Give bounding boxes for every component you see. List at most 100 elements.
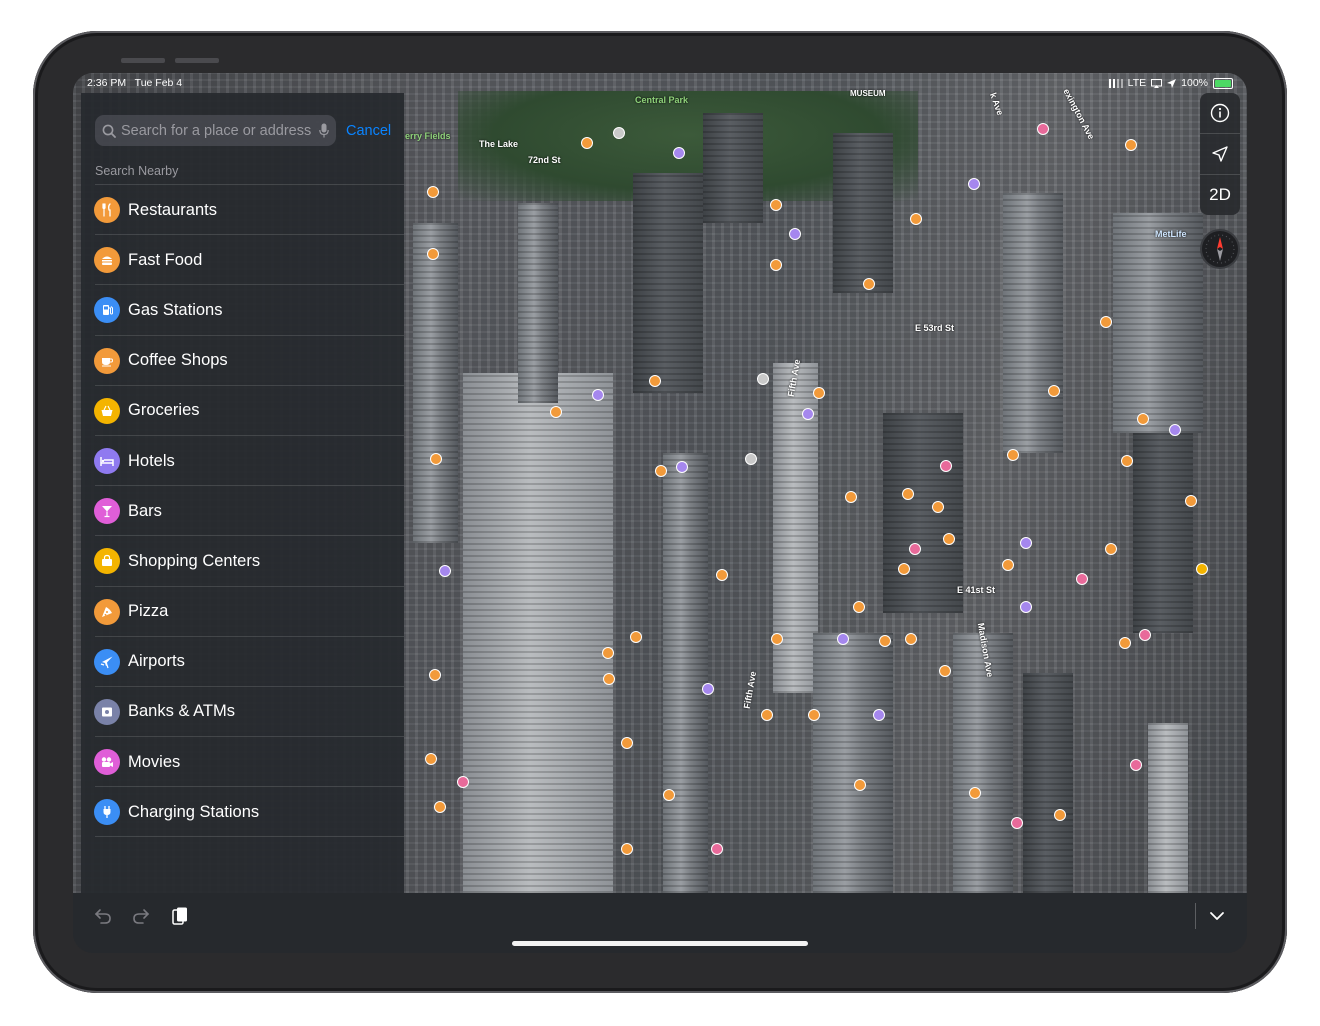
poi-pin[interactable] bbox=[1137, 413, 1149, 425]
poi-pin[interactable] bbox=[1011, 817, 1023, 829]
poi-pin[interactable] bbox=[802, 408, 814, 420]
poi-pin[interactable] bbox=[621, 843, 633, 855]
cancel-button[interactable]: Cancel bbox=[346, 123, 391, 139]
poi-pin[interactable] bbox=[711, 843, 723, 855]
poi-pin[interactable] bbox=[1130, 759, 1142, 771]
cellular-signal-icon bbox=[1108, 78, 1123, 88]
poi-pin[interactable] bbox=[1119, 637, 1131, 649]
category-item-bars[interactable]: Bars bbox=[81, 486, 404, 537]
poi-pin[interactable] bbox=[457, 776, 469, 788]
info-button[interactable] bbox=[1200, 93, 1240, 133]
poi-pin[interactable] bbox=[1169, 424, 1181, 436]
poi-pin[interactable] bbox=[873, 709, 885, 721]
current-location-button[interactable] bbox=[1200, 133, 1240, 174]
poi-pin[interactable] bbox=[1139, 629, 1151, 641]
poi-pin[interactable] bbox=[676, 461, 688, 473]
undo-button[interactable] bbox=[92, 905, 114, 927]
poi-pin[interactable] bbox=[745, 453, 757, 465]
poi-pin[interactable] bbox=[968, 178, 980, 190]
poi-pin[interactable] bbox=[655, 465, 667, 477]
redo-button[interactable] bbox=[130, 905, 152, 927]
poi-pin[interactable] bbox=[1076, 573, 1088, 585]
poi-pin[interactable] bbox=[902, 488, 914, 500]
poi-pin[interactable] bbox=[837, 633, 849, 645]
poi-pin[interactable] bbox=[1105, 543, 1117, 555]
poi-pin[interactable] bbox=[429, 669, 441, 681]
poi-pin[interactable] bbox=[592, 389, 604, 401]
poi-pin[interactable] bbox=[939, 665, 951, 677]
category-item-restaurants[interactable]: Restaurants bbox=[81, 185, 404, 236]
dismiss-keyboard-button[interactable] bbox=[1206, 905, 1228, 927]
microphone-icon[interactable] bbox=[319, 123, 329, 138]
poi-pin[interactable] bbox=[905, 633, 917, 645]
poi-pin[interactable] bbox=[1048, 385, 1060, 397]
poi-pin[interactable] bbox=[940, 460, 952, 472]
poi-pin[interactable] bbox=[770, 259, 782, 271]
poi-pin[interactable] bbox=[910, 213, 922, 225]
poi-pin[interactable] bbox=[853, 601, 865, 613]
poi-pin[interactable] bbox=[602, 647, 614, 659]
poi-pin[interactable] bbox=[1121, 455, 1133, 467]
category-item-airports[interactable]: Airports bbox=[81, 637, 404, 688]
poi-pin[interactable] bbox=[761, 709, 773, 721]
category-item-movies[interactable]: Movies bbox=[81, 737, 404, 788]
poi-pin[interactable] bbox=[1002, 559, 1014, 571]
poi-pin[interactable] bbox=[427, 248, 439, 260]
poi-pin[interactable] bbox=[716, 569, 728, 581]
compass[interactable] bbox=[1200, 229, 1240, 269]
poi-pin[interactable] bbox=[630, 631, 642, 643]
category-item-coffee-shops[interactable]: Coffee Shops bbox=[81, 336, 404, 386]
poi-pin[interactable] bbox=[425, 753, 437, 765]
poi-pin[interactable] bbox=[757, 373, 769, 385]
poi-pin[interactable] bbox=[1196, 563, 1208, 575]
category-item-pizza[interactable]: Pizza bbox=[81, 587, 404, 637]
category-item-groceries[interactable]: Groceries bbox=[81, 386, 404, 437]
poi-pin[interactable] bbox=[430, 453, 442, 465]
poi-pin[interactable] bbox=[898, 563, 910, 575]
poi-pin[interactable] bbox=[845, 491, 857, 503]
poi-pin[interactable] bbox=[863, 278, 875, 290]
poi-pin[interactable] bbox=[1054, 809, 1066, 821]
2d-toggle-button[interactable]: 2D bbox=[1200, 174, 1240, 215]
poi-pin[interactable] bbox=[932, 501, 944, 513]
category-item-charging-stations[interactable]: Charging Stations bbox=[81, 787, 404, 838]
poi-pin[interactable] bbox=[771, 633, 783, 645]
poi-pin[interactable] bbox=[621, 737, 633, 749]
poi-pin[interactable] bbox=[439, 565, 451, 577]
poi-pin[interactable] bbox=[789, 228, 801, 240]
poi-pin[interactable] bbox=[808, 709, 820, 721]
poi-pin[interactable] bbox=[854, 779, 866, 791]
poi-pin[interactable] bbox=[702, 683, 714, 695]
poi-pin[interactable] bbox=[434, 801, 446, 813]
poi-pin[interactable] bbox=[1125, 139, 1137, 151]
search-input[interactable]: Search for a place or address bbox=[121, 123, 319, 139]
poi-pin[interactable] bbox=[603, 673, 615, 685]
poi-pin[interactable] bbox=[663, 789, 675, 801]
poi-pin[interactable] bbox=[969, 787, 981, 799]
category-item-banks-atms[interactable]: Banks & ATMs bbox=[81, 687, 404, 738]
search-field[interactable]: Search for a place or address bbox=[95, 115, 336, 146]
poi-pin[interactable] bbox=[550, 406, 562, 418]
poi-pin[interactable] bbox=[879, 635, 891, 647]
paste-button[interactable] bbox=[169, 905, 191, 927]
poi-pin[interactable] bbox=[1185, 495, 1197, 507]
category-item-gas-stations[interactable]: Gas Stations bbox=[81, 285, 404, 336]
poi-pin[interactable] bbox=[813, 387, 825, 399]
home-indicator[interactable] bbox=[512, 941, 808, 946]
poi-pin[interactable] bbox=[581, 137, 593, 149]
poi-pin[interactable] bbox=[427, 186, 439, 198]
poi-pin[interactable] bbox=[770, 199, 782, 211]
category-item-shopping-centers[interactable]: Shopping Centers bbox=[81, 536, 404, 587]
category-item-fast-food[interactable]: Fast Food bbox=[81, 235, 404, 286]
poi-pin[interactable] bbox=[1020, 601, 1032, 613]
poi-pin[interactable] bbox=[1007, 449, 1019, 461]
poi-pin[interactable] bbox=[909, 543, 921, 555]
category-item-hotels[interactable]: Hotels bbox=[81, 436, 404, 487]
poi-pin[interactable] bbox=[673, 147, 685, 159]
poi-pin[interactable] bbox=[1020, 537, 1032, 549]
poi-pin[interactable] bbox=[1037, 123, 1049, 135]
poi-pin[interactable] bbox=[649, 375, 661, 387]
poi-pin[interactable] bbox=[1100, 316, 1112, 328]
poi-pin[interactable] bbox=[613, 127, 625, 139]
poi-pin[interactable] bbox=[943, 533, 955, 545]
